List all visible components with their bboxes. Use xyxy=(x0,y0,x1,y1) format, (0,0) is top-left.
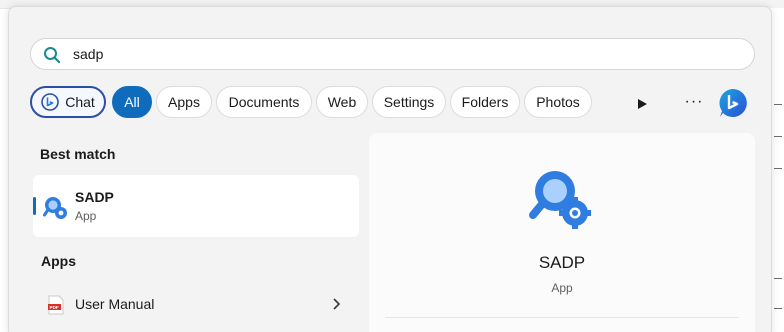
search-input[interactable]: sadp xyxy=(30,38,755,70)
tab-web[interactable]: Web xyxy=(316,86,368,118)
tab-documents[interactable]: Documents xyxy=(216,86,312,118)
chat-filter-label: Chat xyxy=(65,94,95,110)
best-match-name: SADP xyxy=(75,189,114,205)
tab-folders[interactable]: Folders xyxy=(450,86,520,118)
apps-heading: Apps xyxy=(41,253,76,269)
app-name: User Manual xyxy=(75,296,155,312)
tab-all-label: All xyxy=(124,94,140,110)
chevron-right-icon[interactable] xyxy=(331,296,343,312)
selection-indicator xyxy=(33,197,36,215)
search-icon xyxy=(44,47,61,64)
bing-chat-icon[interactable] xyxy=(717,87,749,119)
sadp-app-icon xyxy=(43,197,67,219)
tab-apps-label: Apps xyxy=(168,94,200,110)
tab-all[interactable]: All xyxy=(112,86,152,118)
list-item[interactable]: PDF User Manual xyxy=(33,289,359,323)
best-match-item[interactable]: SADP App xyxy=(33,175,359,237)
sadp-app-large-icon xyxy=(529,171,591,229)
background-text-glyph xyxy=(774,308,782,309)
preview-pane: SADP App xyxy=(369,133,755,332)
play-icon[interactable] xyxy=(636,98,648,110)
tab-web-label: Web xyxy=(327,94,357,110)
background-text-glyph xyxy=(774,136,782,137)
preview-app-name: SADP xyxy=(538,253,586,272)
more-options-button[interactable]: ··· xyxy=(682,93,706,111)
start-search-panel: sadp Chat All Apps Documents Web Setting… xyxy=(8,6,772,332)
background-text-glyph xyxy=(774,104,782,105)
divider xyxy=(385,317,739,318)
tab-apps[interactable]: Apps xyxy=(156,86,212,118)
background-document-edge xyxy=(770,8,784,332)
best-match-type: App xyxy=(75,209,97,223)
search-query-text: sadp xyxy=(73,46,104,62)
bing-icon xyxy=(41,93,60,111)
tab-photos-label: Photos xyxy=(536,94,580,110)
preview-app-type: App xyxy=(551,281,573,295)
tab-folders-label: Folders xyxy=(461,94,509,110)
tab-photos[interactable]: Photos xyxy=(524,86,592,118)
chat-filter-button[interactable]: Chat xyxy=(30,86,106,118)
pdf-icon: PDF xyxy=(48,295,64,315)
svg-text:PDF: PDF xyxy=(50,305,59,310)
tab-documents-label: Documents xyxy=(228,94,300,110)
best-match-heading: Best match xyxy=(40,146,116,162)
background-text-glyph xyxy=(774,278,782,279)
background-text-glyph xyxy=(774,168,782,169)
tab-settings-label: Settings xyxy=(383,94,435,110)
tab-settings[interactable]: Settings xyxy=(372,86,446,118)
